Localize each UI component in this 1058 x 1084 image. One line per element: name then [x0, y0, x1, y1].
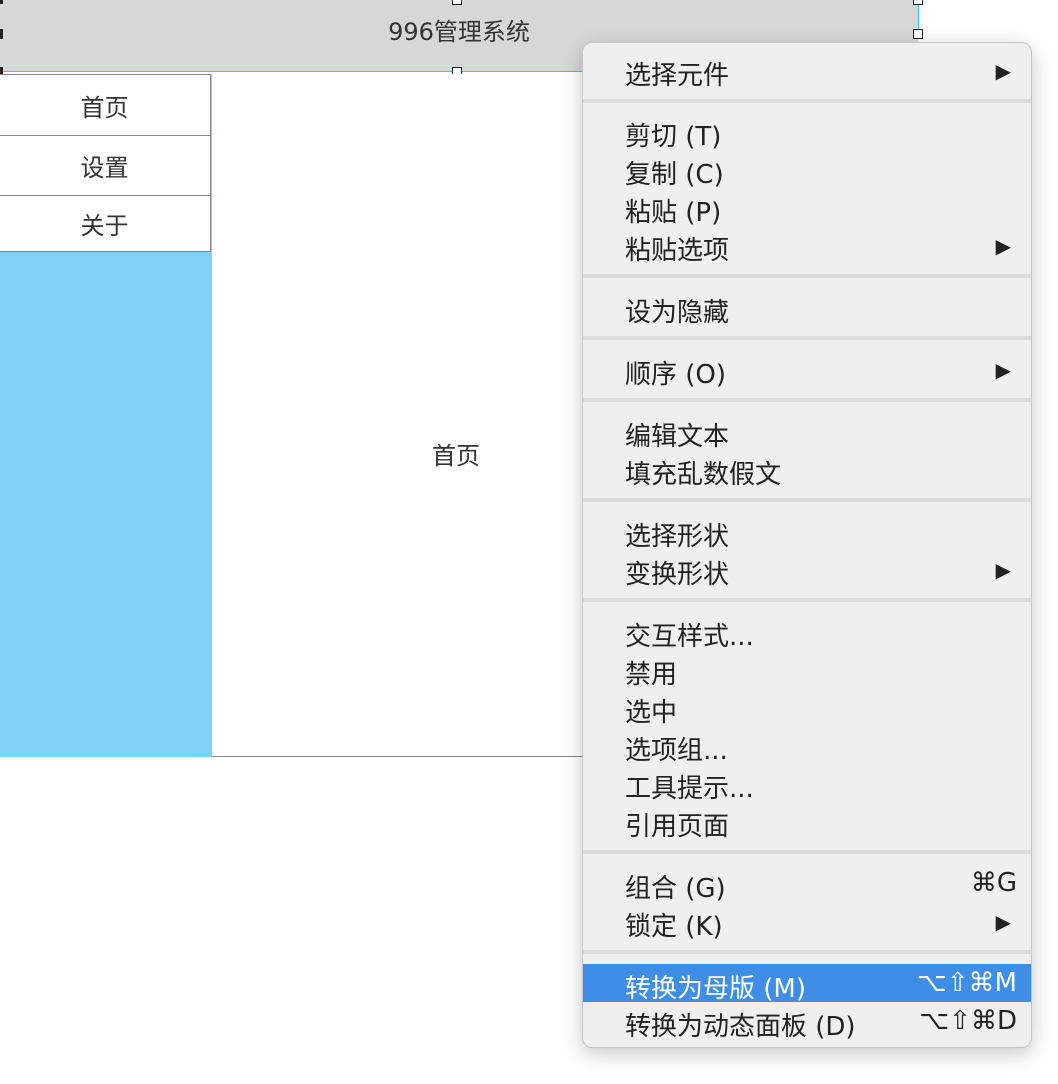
menu-item-paste[interactable]: 粘贴 (P): [583, 188, 1031, 228]
menu-item-transform-shape[interactable]: 变换形状 ▶: [583, 550, 1031, 590]
submenu-arrow-icon: ▶: [995, 358, 1011, 382]
submenu-arrow-icon: ▶: [995, 59, 1011, 83]
context-menu: 选择元件 ▶ 剪切 (T) 复制 (C) 粘贴 (P) 粘贴选项 ▶ 设为隐藏 …: [582, 42, 1032, 1048]
menu-item-reference-page[interactable]: 引用页面: [583, 802, 1031, 842]
sidebar-item-label: 关于: [80, 212, 129, 240]
content-panel: 首页: [212, 74, 592, 757]
menu-item-label: 选中: [625, 698, 678, 728]
menu-item-copy[interactable]: 复制 (C): [583, 150, 1031, 190]
menu-item-edit-text[interactable]: 编辑文本: [583, 412, 1031, 452]
menu-item-label: 设为隐藏: [625, 298, 730, 328]
menu-item-label: 交互样式...: [625, 622, 754, 652]
sidebar-item-settings[interactable]: 设置: [0, 135, 211, 196]
submenu-arrow-icon: ▶: [995, 234, 1011, 258]
sidebar-item-label: 首页: [80, 93, 129, 122]
menu-item-fill-lorem[interactable]: 填充乱数假文: [583, 450, 1031, 490]
menu-item-disable[interactable]: 禁用: [583, 650, 1031, 690]
menu-separator: [583, 850, 1031, 854]
sidebar-item-label: 设置: [80, 154, 129, 182]
menu-item-order[interactable]: 顺序 (O) ▶: [583, 350, 1031, 390]
menu-separator: [583, 498, 1031, 502]
app-title: 996管理系统: [388, 18, 530, 46]
menu-item-label: 粘贴选项: [625, 236, 730, 266]
menu-item-label: 工具提示...: [625, 774, 754, 804]
menu-item-label: 变换形状: [625, 560, 730, 590]
menu-item-interaction-styles[interactable]: 交互样式...: [583, 612, 1031, 652]
submenu-arrow-icon: ▶: [995, 910, 1011, 934]
resize-handle[interactable]: [0, 29, 3, 39]
menu-item-convert-to-dynamic-panel[interactable]: 转换为动态面板 (D) ⌥⇧⌘D: [583, 1002, 1031, 1042]
menu-item-selected[interactable]: 选中: [583, 688, 1031, 728]
menu-item-label: 粘贴 (P): [625, 198, 722, 228]
resize-handle[interactable]: [913, 29, 923, 39]
menu-item-select-shape[interactable]: 选择形状: [583, 512, 1031, 552]
menu-item-label: 填充乱数假文: [625, 460, 782, 490]
menu-item-paste-options[interactable]: 粘贴选项 ▶: [583, 226, 1031, 266]
menu-item-convert-to-master[interactable]: 转换为母版 (M) ⌥⇧⌘M: [583, 964, 1031, 1004]
menu-item-group[interactable]: 组合 (G) ⌘G: [583, 864, 1031, 904]
menu-item-option-group[interactable]: 选项组...: [583, 726, 1031, 766]
menu-item-set-hidden[interactable]: 设为隐藏: [583, 288, 1031, 328]
resize-handle[interactable]: [913, 0, 923, 5]
menu-item-cut[interactable]: 剪切 (T): [583, 112, 1031, 152]
menu-item-label: 转换为母版 (M): [625, 974, 806, 1004]
menu-separator: [583, 950, 1031, 954]
menu-item-lock[interactable]: 锁定 (K) ▶: [583, 902, 1031, 942]
menu-item-label: 选择元件: [625, 61, 730, 91]
menu-item-label: 剪切 (T): [625, 122, 722, 152]
menu-item-label: 复制 (C): [625, 160, 724, 190]
menu-separator: [583, 398, 1031, 402]
menu-item-label: 选项组...: [625, 736, 728, 766]
menu-item-tooltip[interactable]: 工具提示...: [583, 764, 1031, 804]
menu-separator: [583, 598, 1031, 602]
menu-item-label: 选择形状: [625, 522, 730, 552]
menu-item-label: 组合 (G): [625, 874, 726, 904]
menu-item-shortcut: ⌥⇧⌘D: [919, 1006, 1017, 1036]
sidebar-item-about[interactable]: 关于: [0, 195, 211, 252]
menu-item-select-widget[interactable]: 选择元件 ▶: [583, 51, 1031, 91]
menu-separator: [583, 336, 1031, 340]
menu-item-label: 转换为动态面板 (D): [625, 1012, 856, 1042]
menu-item-label: 锁定 (K): [625, 912, 723, 942]
menu-item-label: 顺序 (O): [625, 360, 727, 390]
menu-separator: [583, 274, 1031, 278]
menu-item-label: 引用页面: [625, 812, 730, 842]
content-title: 首页: [432, 442, 480, 470]
resize-handle[interactable]: [0, 0, 3, 4]
resize-handle[interactable]: [452, 0, 462, 5]
menu-item-label: 禁用: [625, 660, 678, 690]
menu-separator: [583, 99, 1031, 103]
menu-item-shortcut: ⌘G: [970, 868, 1017, 898]
menu-item-label: 编辑文本: [625, 422, 730, 452]
sidebar-item-home[interactable]: 首页: [0, 74, 211, 136]
menu-item-shortcut: ⌥⇧⌘M: [916, 968, 1017, 998]
submenu-arrow-icon: ▶: [995, 558, 1011, 582]
